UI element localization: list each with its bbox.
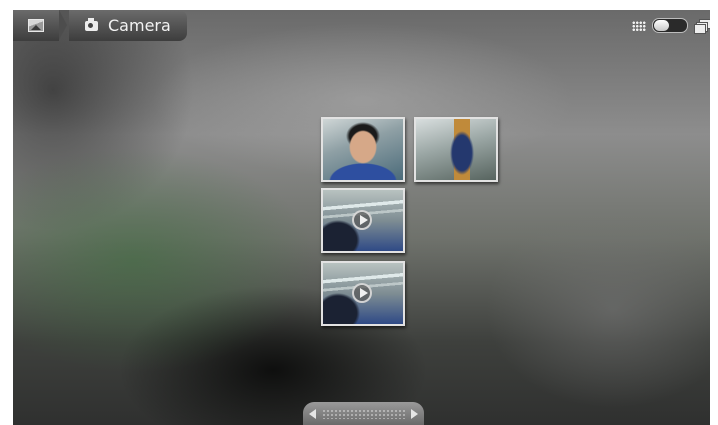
view-switcher xyxy=(632,18,710,34)
scroller-track[interactable] xyxy=(322,408,405,419)
album-crumb[interactable]: Camera xyxy=(69,10,187,41)
gallery-screen: Camera xyxy=(13,10,710,425)
stack-view-icon[interactable] xyxy=(694,18,710,34)
view-toggle[interactable] xyxy=(652,18,688,33)
gallery-icon xyxy=(28,19,44,32)
thumbnail-photo-person[interactable] xyxy=(321,117,405,182)
toggle-knob[interactable] xyxy=(654,20,669,31)
arrow-left-icon[interactable] xyxy=(309,408,316,419)
filmstrip-scroller[interactable] xyxy=(303,402,424,425)
arrow-right-icon[interactable] xyxy=(411,408,418,419)
thumbnail-video[interactable] xyxy=(321,261,405,326)
play-icon xyxy=(352,210,372,230)
camera-icon xyxy=(85,17,98,31)
chevron-right-icon xyxy=(59,10,67,40)
album-title: Camera xyxy=(108,16,171,35)
grid-view-icon[interactable] xyxy=(632,20,646,31)
thumbnail-photo-jar[interactable] xyxy=(414,117,498,182)
breadcrumb: Camera xyxy=(13,10,187,41)
thumbnail-video[interactable] xyxy=(321,188,405,253)
gallery-home-button[interactable] xyxy=(13,10,67,41)
play-icon xyxy=(352,283,372,303)
